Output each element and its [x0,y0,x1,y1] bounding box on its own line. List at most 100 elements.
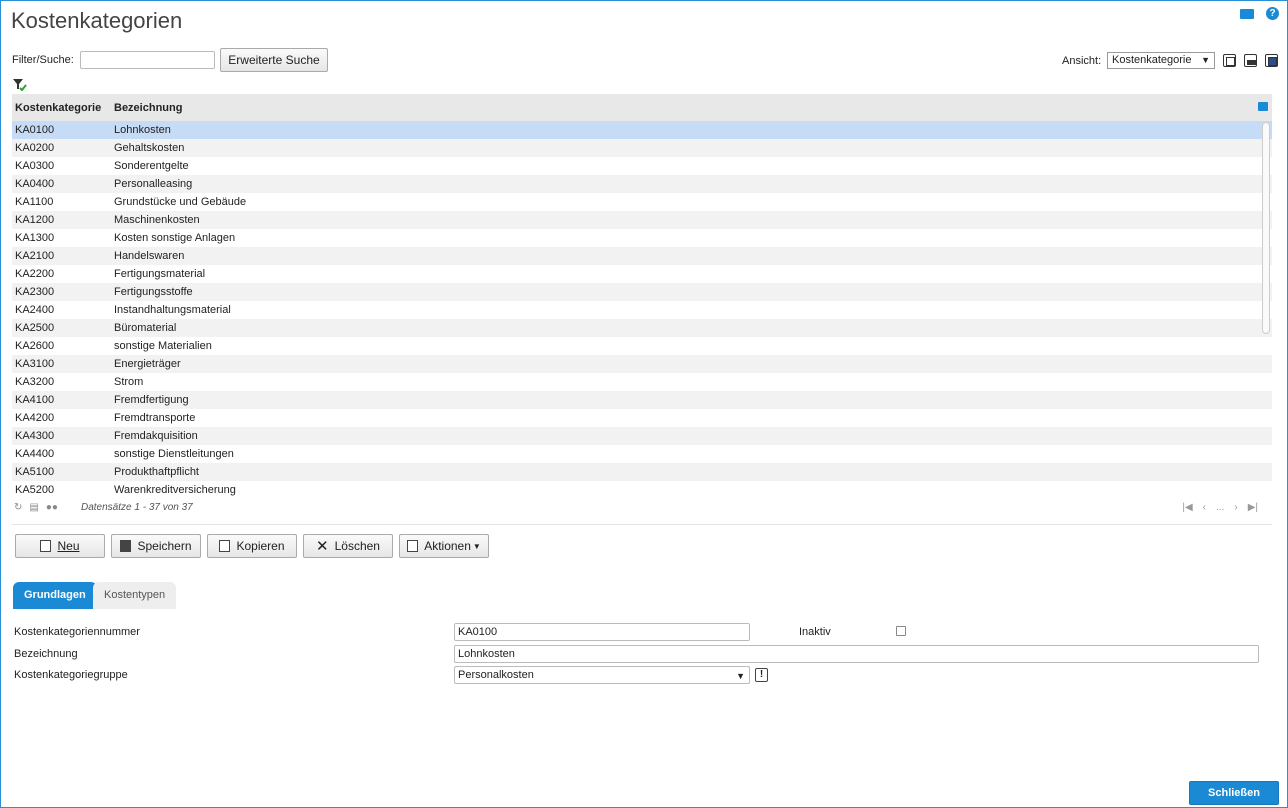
page-title: Kostenkategorien [11,8,183,33]
top-icons: ? [1240,7,1279,20]
table-row[interactable]: KA1300 Kosten sonstige Anlagen [12,229,1272,247]
layout-list-icon[interactable] [1223,54,1236,67]
table-row[interactable]: KA5200 Warenkreditversicherung [12,481,1272,498]
toggle-icon[interactable]: ●● [46,502,58,513]
close-button[interactable]: Schließen [1189,781,1279,805]
cell-name: Instandhaltungsmaterial [114,304,231,316]
table-header: Kostenkategorie Bezeichnung [12,94,1272,121]
save-icon [120,540,132,552]
new-button-label: Neu [57,539,80,553]
cell-code: KA1200 [15,214,55,226]
caret-down-icon: ▼ [472,541,481,551]
table-row[interactable]: KA4100 Fremdfertigung [12,391,1272,409]
table-row[interactable]: KA3200 Strom [12,373,1272,391]
print-icon[interactable]: ▤ [29,502,38,513]
table-row[interactable]: KA2400 Instandhaltungsmaterial [12,301,1272,319]
page-ellipsis: ... [1216,502,1225,513]
tab-basics[interactable]: Grundlagen [13,582,97,609]
table-row[interactable]: KA2200 Fertigungsmaterial [12,265,1272,283]
cell-name: Kosten sonstige Anlagen [114,232,236,244]
cell-code: KA0100 [15,124,55,136]
table-row[interactable]: KA4300 Fremdakquisition [12,427,1272,445]
table-row[interactable]: KA1100 Grundstücke und Gebäude [12,193,1272,211]
column-header-code[interactable]: Kostenkategorie [15,102,101,114]
name-field[interactable]: Lohnkosten [454,645,1259,663]
layout-split-icon[interactable] [1244,54,1257,67]
cell-name: Grundstücke und Gebäude [114,196,247,208]
table-row[interactable]: KA4400 sonstige Dienstleitungen [12,445,1272,463]
inactive-label: Inaktiv [799,626,831,638]
pager: ↻ ▤ ●● Datensätze 1 - 37 von 37 |◀ ‹ ...… [12,499,1272,517]
actions-button[interactable]: Aktionen ▼ [399,534,489,558]
delete-button[interactable]: ✕ Löschen [303,534,393,558]
table-row[interactable]: KA0300 Sonderentgelte [12,157,1272,175]
save-button-label: Speichern [137,539,192,553]
inactive-checkbox[interactable] [896,626,906,636]
table-row[interactable]: KA3100 Energieträger [12,355,1272,373]
cell-code: KA3200 [15,376,55,388]
copy-button-label: Kopieren [236,539,285,553]
column-header-name[interactable]: Bezeichnung [114,102,182,114]
cell-name: Personalleasing [114,178,193,190]
view-select[interactable]: Kostenkategorie ▼ [1107,52,1215,69]
cell-code: KA4200 [15,412,55,424]
layout-detail-icon[interactable] [1265,54,1278,67]
scrollbar[interactable] [1262,122,1270,334]
help-icon[interactable]: ? [1266,7,1279,20]
cell-code: KA0300 [15,160,55,172]
cell-code: KA2300 [15,286,55,298]
table-row[interactable]: KA2100 Handelswaren [12,247,1272,265]
table-row[interactable]: KA4200 Fremdtransporte [12,409,1272,427]
chevron-down-icon: ▼ [736,671,745,681]
column-chooser-icon[interactable] [1258,102,1268,111]
cell-code: KA2500 [15,322,55,334]
tab-cost-types[interactable]: Kostentypen [93,582,177,609]
cell-code: KA5200 [15,484,55,496]
mail-icon[interactable] [1240,9,1254,19]
table-row[interactable]: KA0100 Lohnkosten [12,121,1272,139]
alert-icon[interactable]: ! [755,668,768,682]
view-label: Ansicht: [1062,55,1102,67]
cell-name: Büromaterial [114,322,177,334]
table-row[interactable]: KA2300 Fertigungsstoffe [12,283,1272,301]
filter-icon[interactable] [13,79,27,91]
close-icon: ✕ [316,538,329,555]
last-page-icon[interactable]: ▶| [1248,502,1258,513]
cost-category-table: Kostenkategorie Bezeichnung KA0100 Lohnko… [12,94,1272,498]
table-row[interactable]: KA0200 Gehaltskosten [12,139,1272,157]
cell-name: Maschinenkosten [114,214,200,226]
group-select[interactable]: Personalkosten ▼ [454,666,750,684]
save-button[interactable]: Speichern [111,534,201,558]
clipboard-icon [407,540,419,552]
cell-name: Fremdakquisition [114,430,198,442]
table-row[interactable]: KA2600 sonstige Materialien [12,337,1272,355]
delete-button-label: Löschen [334,539,380,553]
cell-code: KA2100 [15,250,55,262]
prev-page-icon[interactable]: ‹ [1203,502,1206,513]
filter-label: Filter/Suche: [12,54,74,66]
record-count: Datensätze 1 - 37 von 37 [81,502,193,513]
table-row[interactable]: KA5100 Produkthaftpflicht [12,463,1272,481]
cell-name: Energieträger [114,358,181,370]
number-field[interactable]: KA0100 [454,623,750,641]
advanced-search-button[interactable]: Erweiterte Suche [220,48,328,72]
refresh-icon[interactable]: ↻ [14,502,22,513]
document-icon [40,540,52,552]
copy-button[interactable]: Kopieren [207,534,297,558]
table-row[interactable]: KA1200 Maschinenkosten [12,211,1272,229]
cell-name: Produkthaftpflicht [114,466,199,478]
cell-name: Fremdfertigung [114,394,189,406]
table-row[interactable]: KA0400 Personalleasing [12,175,1272,193]
cell-code: KA0400 [15,178,55,190]
first-page-icon[interactable]: |◀ [1182,502,1192,513]
next-page-icon[interactable]: › [1234,502,1237,513]
new-button[interactable]: Neu [15,534,105,558]
cell-code: KA5100 [15,466,55,478]
filter-input[interactable] [80,51,215,69]
cell-code: KA1300 [15,232,55,244]
number-label: Kostenkategoriennummer [14,626,140,638]
table-row[interactable]: KA2500 Büromaterial [12,319,1272,337]
window: Kostenkategorien ? Filter/Suche: Erweite… [0,0,1288,808]
group-select-value: Personalkosten [458,669,534,681]
cell-code: KA4300 [15,430,55,442]
